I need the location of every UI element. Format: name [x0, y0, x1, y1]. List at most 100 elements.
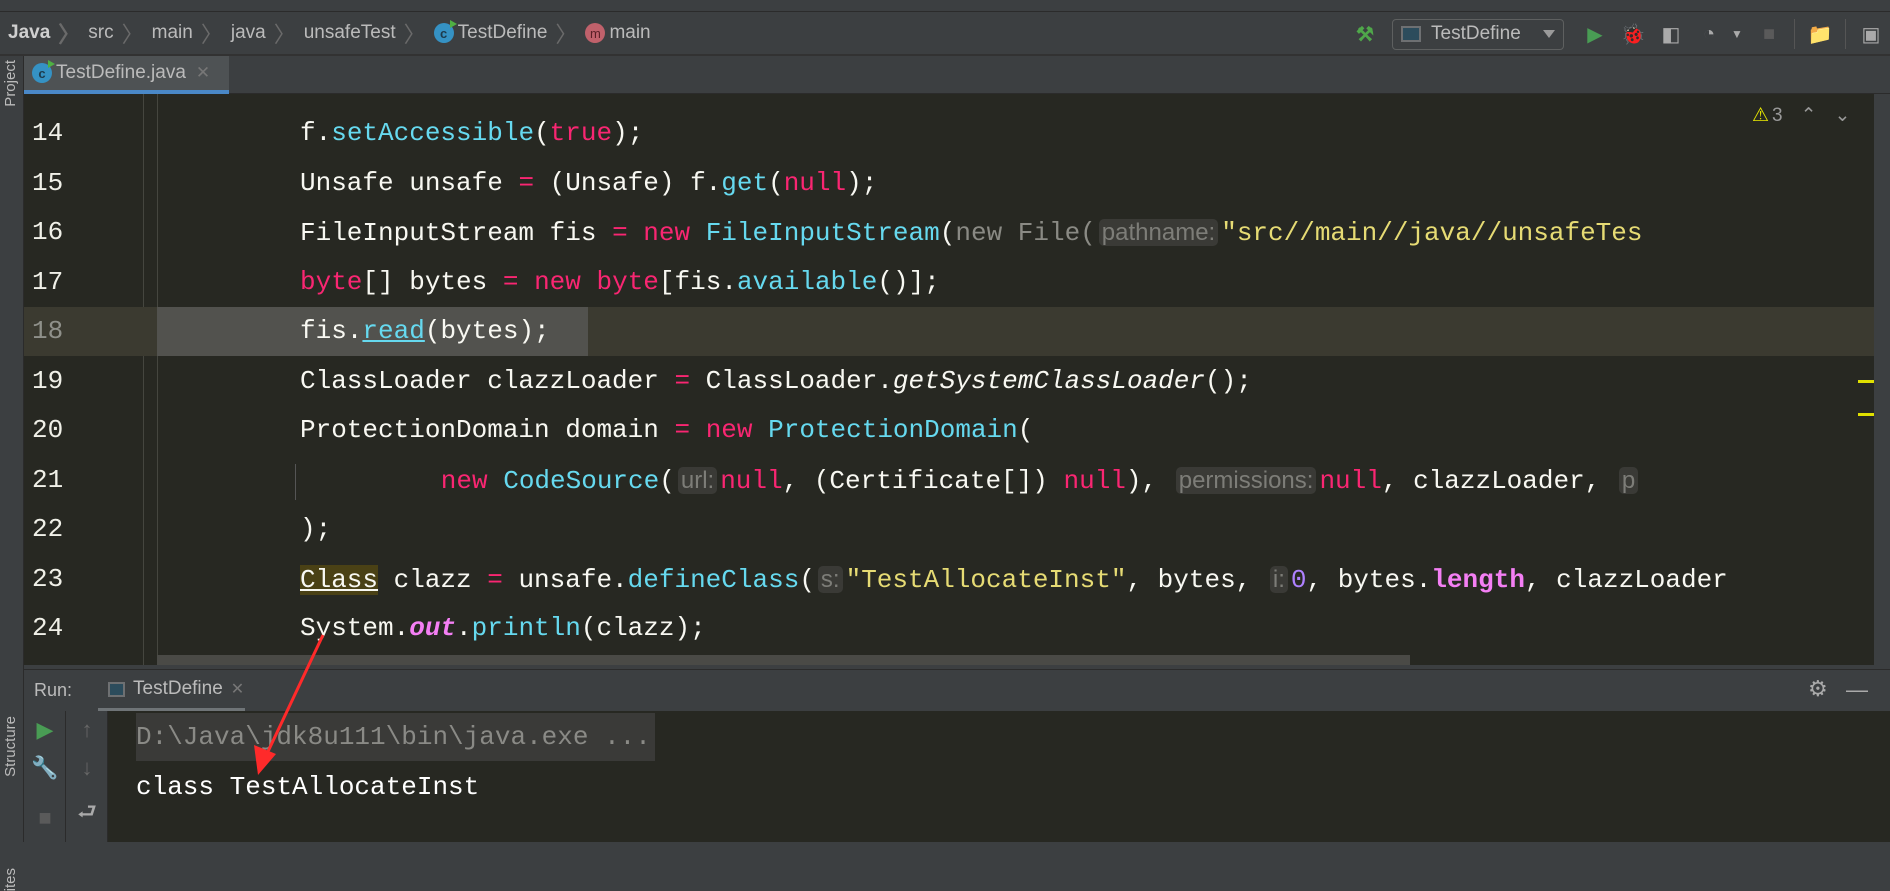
- warning-marker[interactable]: [1858, 413, 1874, 416]
- line-number: 24: [32, 613, 64, 643]
- vertical-scrollbar[interactable]: [1874, 94, 1890, 665]
- horizontal-scrollbar[interactable]: [157, 655, 1410, 665]
- close-icon[interactable]: ✕: [231, 679, 244, 699]
- code-line[interactable]: 16 FileInputStream fis = new FileInputStr…: [24, 208, 1874, 257]
- inspection-widget[interactable]: ⚠ 3 ⌃ ⌄: [1752, 104, 1850, 127]
- chevron-down-icon: [1543, 30, 1555, 38]
- code-token: );: [612, 118, 644, 148]
- parameter-hint: s:: [817, 565, 843, 593]
- breadcrumb-item[interactable]: m main: [577, 22, 651, 44]
- run-tab-testdefine[interactable]: TestDefine ✕: [98, 670, 245, 712]
- stop-icon[interactable]: ■: [1754, 19, 1784, 49]
- parameter-hint: p: [1618, 466, 1639, 494]
- code-token: defineClass: [627, 564, 800, 595]
- run-tab-label: TestDefine: [133, 678, 223, 699]
- code-token: (bytes);: [424, 316, 550, 346]
- application-icon: [1401, 26, 1421, 42]
- chevron-down-icon[interactable]: ⌄: [1835, 104, 1851, 127]
- stop-icon[interactable]: ■: [24, 805, 66, 831]
- run-configuration-select[interactable]: TestDefine: [1392, 18, 1564, 50]
- breadcrumb-separator: 〉: [273, 22, 296, 47]
- code-line[interactable]: 24 System.out.println(clazz);: [24, 604, 1874, 653]
- code-token: f.: [300, 118, 332, 148]
- code-line[interactable]: 21 new CodeSource(url: null, (Certificate[…: [24, 456, 1874, 505]
- code-line[interactable]: 20 ProtectionDomain domain = new Protecti…: [24, 406, 1874, 455]
- breadcrumb-item[interactable]: unsafeTest 〉: [296, 17, 426, 49]
- code-token: =: [674, 415, 691, 445]
- breadcrumb-separator: 〉: [58, 22, 81, 47]
- line-number: 18: [32, 316, 64, 346]
- code-token: );: [846, 167, 878, 198]
- soft-wrap-icon[interactable]: ⮐: [66, 795, 108, 833]
- hammer-icon[interactable]: ⚒: [1350, 19, 1380, 49]
- favorites-tool-button[interactable]: ites: [2, 868, 19, 891]
- code-text: FileInputStream fis = new FileInputStrea…: [300, 208, 1643, 258]
- line-number: 22: [32, 514, 64, 544]
- code-token: (: [768, 167, 784, 198]
- code-token: , clazzLoader: [1524, 564, 1728, 595]
- chevron-down-icon[interactable]: ▼: [1728, 19, 1746, 49]
- code-token: =: [674, 365, 691, 396]
- warning-icon: ⚠: [1752, 105, 1770, 126]
- play-icon[interactable]: ▶: [1580, 19, 1610, 49]
- bug-icon[interactable]: 🐞: [1618, 19, 1648, 49]
- code-line[interactable]: 18 fis.read(bytes);: [24, 307, 1874, 356]
- code-line[interactable]: 19 ClassLoader clazzLoader = ClassLoader.…: [24, 357, 1874, 406]
- project-tool-button[interactable]: Project: [2, 60, 19, 107]
- code-line[interactable]: 15 Unsafe unsafe = (Unsafe) f.get(null);: [24, 159, 1874, 208]
- breadcrumb-label: main: [151, 22, 193, 43]
- code-token: );: [300, 514, 332, 544]
- line-number: 19: [32, 365, 64, 396]
- code-token: =: [502, 266, 519, 297]
- close-icon[interactable]: ✕: [196, 63, 210, 83]
- breadcrumb-item[interactable]: java 〉: [223, 17, 296, 49]
- breadcrumb-item[interactable]: main 〉: [144, 17, 223, 49]
- code-text: );: [300, 505, 331, 554]
- warning-marker[interactable]: [1858, 380, 1874, 383]
- run-toolbar: ▶ 🔧 ■: [24, 711, 66, 842]
- code-line[interactable]: 14 f.setAccessible(true);: [24, 109, 1874, 158]
- coverage-icon[interactable]: ◧: [1656, 19, 1686, 49]
- breadcrumb-label: src: [88, 22, 114, 43]
- code-line[interactable]: 17 byte[] bytes = new byte[fis.available(…: [24, 258, 1874, 307]
- console-output[interactable]: D:\Java\jdk8u111\bin\java.exe ... class …: [108, 711, 1890, 842]
- breadcrumb-item[interactable]: src 〉: [80, 17, 143, 49]
- left-tool-strip: Project Structure ites: [0, 56, 24, 891]
- arrow-down-icon[interactable]: ↓: [66, 755, 108, 781]
- rerun-icon[interactable]: ▶: [24, 717, 66, 743]
- project-structure-icon[interactable]: 📁: [1805, 19, 1835, 49]
- title-strip: [0, 0, 1890, 12]
- code-line[interactable]: 23 Class clazz = unsafe.defineClass(s: "Te…: [24, 555, 1874, 604]
- code-token: 0: [1290, 564, 1307, 595]
- arrow-up-icon[interactable]: ↑: [66, 717, 108, 743]
- profile-icon[interactable]: ◔: [1694, 19, 1724, 49]
- code-token: ();: [1204, 365, 1252, 396]
- breadcrumb-item[interactable]: c TestDefine 〉: [426, 17, 577, 49]
- code-token: [] bytes: [362, 266, 503, 297]
- code-token: (: [659, 465, 675, 496]
- code-text: f.setAccessible(true);: [300, 109, 643, 158]
- line-number: 15: [32, 167, 64, 198]
- chevron-up-icon[interactable]: ⌃: [1801, 104, 1817, 127]
- breadcrumb-item[interactable]: Java 〉: [0, 17, 80, 49]
- code-token: read: [362, 316, 425, 346]
- breadcrumb-label: Java: [8, 22, 51, 43]
- tab-testdefine-java[interactable]: c TestDefine.java ✕: [24, 56, 229, 94]
- structure-tool-button[interactable]: Structure: [2, 716, 19, 777]
- code-line[interactable]: 22);: [24, 505, 1874, 554]
- console-output-line: class TestAllocateInst: [136, 772, 480, 802]
- wrench-icon[interactable]: 🔧: [24, 755, 66, 781]
- code-token: ),: [1125, 465, 1173, 496]
- minimize-icon[interactable]: —: [1846, 677, 1868, 703]
- breadcrumb-label: main: [609, 22, 651, 43]
- code-editor[interactable]: 14 f.setAccessible(true); 15 Unsafe unsafe …: [24, 94, 1874, 665]
- line-number: 16: [32, 217, 64, 247]
- gear-icon[interactable]: ⚙: [1808, 676, 1828, 702]
- divider: [1845, 19, 1846, 49]
- terminal-icon[interactable]: ▣: [1856, 19, 1886, 49]
